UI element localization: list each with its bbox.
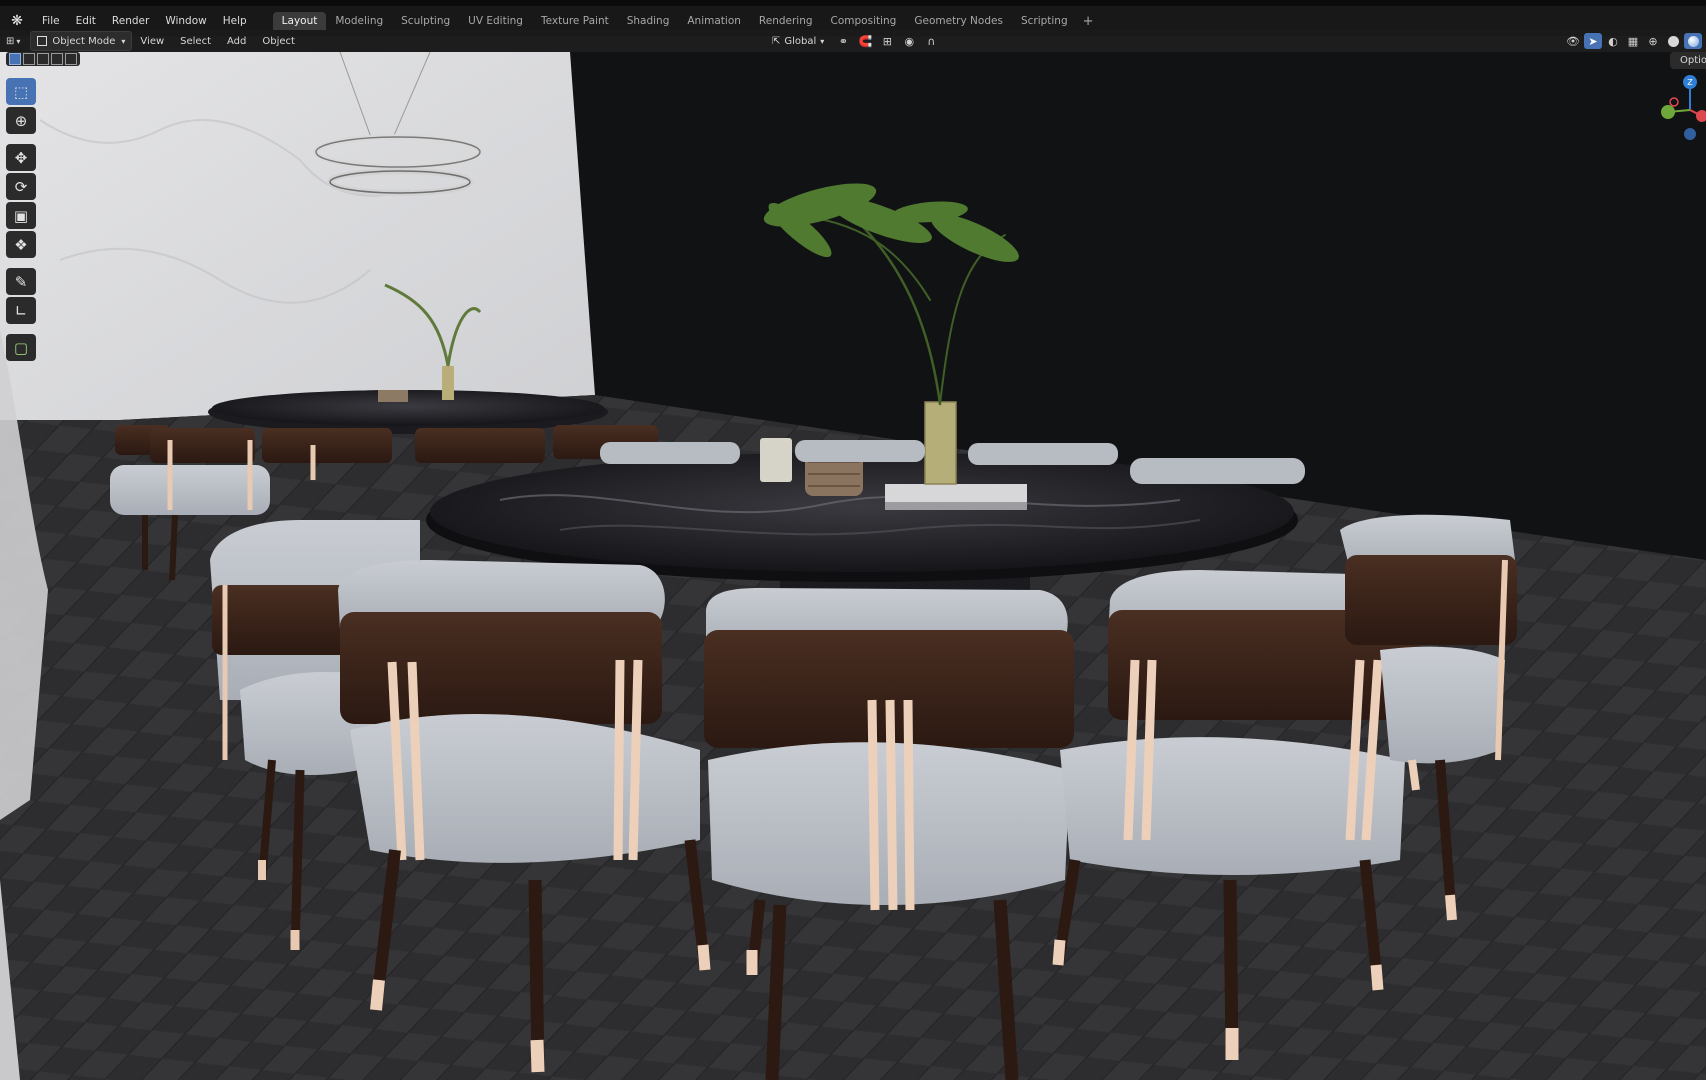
editor-type-icon: ⊞ [6,35,15,47]
wireframe-shading-icon[interactable]: ⊕ [1644,33,1662,49]
tab-modeling[interactable]: Modeling [326,12,392,30]
tab-scripting[interactable]: Scripting [1012,12,1077,30]
select-invert-icon[interactable] [51,53,63,65]
orientation-label: Global [784,35,817,47]
falloff-icon[interactable]: ∩ [922,33,940,49]
options-button[interactable]: Optio [1670,52,1706,69]
workspace-tabs: Layout Modeling Sculpting UV Editing Tex… [272,12,1100,30]
snap-target-icon[interactable]: ⊞ [878,33,896,49]
marble-wall [0,52,595,420]
tab-geometry-nodes[interactable]: Geometry Nodes [905,12,1012,30]
chevron-down-icon: ▾ [16,36,21,46]
menu-select[interactable]: Select [172,36,219,47]
select-extend-icon[interactable] [23,53,35,65]
select-box-icon[interactable]: ⬚ [6,78,36,105]
menu-help[interactable]: Help [215,15,255,27]
menu-file[interactable]: File [34,15,68,27]
add-cube-icon[interactable]: ▢ [6,334,36,361]
move-icon[interactable]: ✥ [6,144,36,171]
tab-animation[interactable]: Animation [678,12,750,30]
viewport-header: ⊞ ▾ Object Mode ▾ View Select Add Object … [0,30,1706,52]
axis-x-icon[interactable] [1696,110,1706,122]
orientation-icon: ⇱ [772,35,781,47]
gizmo-toggle-icon[interactable]: ➤ [1584,33,1602,49]
editor-type-button[interactable]: ⊞ ▾ [0,32,26,50]
axis-z-label: Z [1687,78,1693,87]
tab-rendering[interactable]: Rendering [750,12,822,30]
tab-texture-paint[interactable]: Texture Paint [532,12,618,30]
tab-compositing[interactable]: Compositing [822,12,906,30]
transform-icon[interactable]: ❖ [6,231,36,258]
snap-icon[interactable]: 🧲 [856,33,874,49]
overlays-icon[interactable]: ◐ [1604,33,1622,49]
menu-add[interactable]: Add [219,36,254,47]
select-mode-buttons [6,52,80,66]
object-mode-icon [37,36,48,46]
axis-neg-x-icon[interactable] [1669,97,1679,107]
menu-window[interactable]: Window [157,15,214,27]
tab-sculpting[interactable]: Sculpting [392,12,459,30]
visibility-icon[interactable]: 👁 [1564,33,1582,49]
mode-label: Object Mode [52,35,116,47]
menu-view[interactable]: View [132,36,172,47]
menu-edit[interactable]: Edit [68,15,104,27]
chevron-down-icon: ▾ [121,36,126,46]
xray-icon[interactable]: ▦ [1624,33,1642,49]
axis-y-icon[interactable] [1661,105,1675,119]
tool-shelf: ⬚ ⊕ ✥ ⟳ ▣ ❖ ✎ ∟ ▢ [6,78,38,361]
tab-uv-editing[interactable]: UV Editing [459,12,532,30]
axis-neg-z-icon[interactable] [1684,128,1696,140]
mode-dropdown[interactable]: Object Mode ▾ [30,31,133,51]
scale-icon[interactable]: ▣ [6,202,36,229]
3d-viewport[interactable] [0,52,1706,1080]
material-preview-icon[interactable] [1684,33,1702,49]
menu-render[interactable]: Render [104,15,157,27]
rotate-icon[interactable]: ⟳ [6,173,36,200]
select-new-icon[interactable] [9,53,21,65]
scene-render [0,52,1706,1080]
tab-shading[interactable]: Shading [618,12,679,30]
pivot-point-icon[interactable]: ⚭ [834,33,852,49]
select-intersect-icon[interactable] [65,53,77,65]
proportional-edit-icon[interactable]: ◉ [900,33,918,49]
viewport-display-controls: 👁 ➤ ◐ ▦ ⊕ [1564,33,1702,49]
navigation-gizmo[interactable]: Z [1650,72,1706,152]
solid-shading-icon[interactable] [1664,33,1682,49]
tab-layout[interactable]: Layout [272,12,327,30]
chevron-down-icon: ▾ [820,36,825,46]
annotate-icon[interactable]: ✎ [6,268,36,295]
transform-controls: ⇱ Global ▾ ⚭ 🧲 ⊞ ◉ ∩ [766,32,940,50]
select-subtract-icon[interactable] [37,53,49,65]
cursor-icon[interactable]: ⊕ [6,107,36,134]
add-workspace-button[interactable]: + [1077,14,1100,29]
transform-orientation-dropdown[interactable]: ⇱ Global ▾ [766,32,830,50]
menu-object[interactable]: Object [254,36,303,47]
measure-icon[interactable]: ∟ [6,297,36,324]
